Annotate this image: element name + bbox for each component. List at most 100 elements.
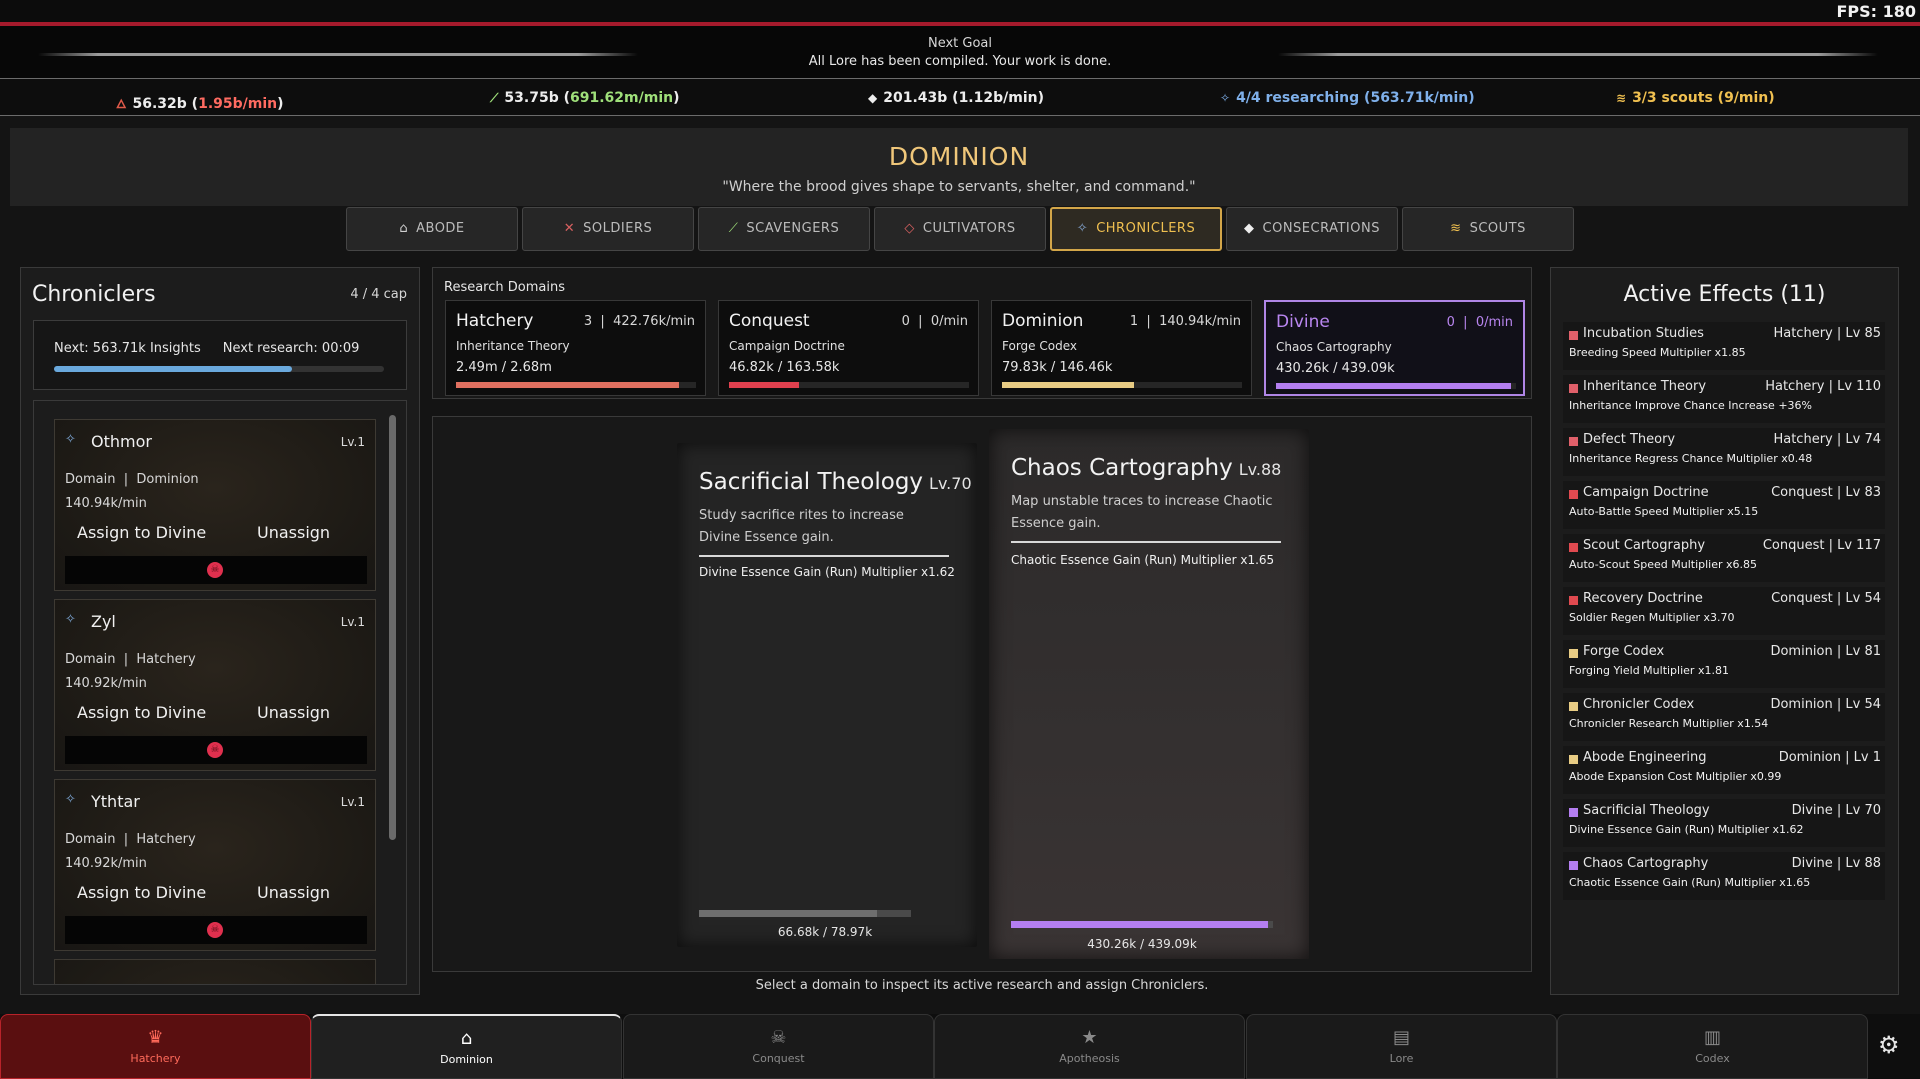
assign-divine-button[interactable]: Assign to Divine: [77, 523, 206, 542]
chronicler-card: ✧ Othmor Lv.1 Domain | Dominion 140.94k/…: [54, 419, 376, 591]
resource-rate: 1.95b/min: [198, 96, 278, 112]
domain-color-swatch: [1569, 702, 1578, 711]
effect-domain-level: Hatchery | Lv 110: [1765, 379, 1881, 394]
domain-meta: 3 | 422.76k/min: [583, 314, 695, 329]
domain-count: 0: [1446, 315, 1455, 330]
effect-name: Inheritance Theory: [1583, 379, 1707, 394]
divider: [1011, 541, 1281, 543]
unassign-button[interactable]: Unassign: [257, 703, 330, 722]
nav-label: Codex: [1695, 1052, 1730, 1065]
tab-soldiers[interactable]: ✕ SOLDIERS: [522, 207, 694, 251]
nav-hatchery[interactable]: ♛ Hatchery: [0, 1014, 311, 1079]
effect-item: Chaos Cartography Divine | Lv 88 Chaotic E…: [1563, 852, 1885, 900]
effect-name: Forge Codex: [1583, 644, 1665, 659]
nav-codex[interactable]: ▥ Codex: [1557, 1014, 1868, 1079]
research-progress-text: 430.26k / 439.09k: [1087, 937, 1197, 951]
nav-label: Conquest: [752, 1052, 805, 1065]
tab-scouts[interactable]: ≋ SCOUTS: [1402, 207, 1574, 251]
next-research-box: Next: 563.71k Insights Next research: 00:…: [33, 320, 407, 390]
research-effect: Chaotic Essence Gain (Run) Multiplier x1…: [1011, 553, 1275, 567]
effect-name: Campaign Doctrine: [1583, 485, 1709, 500]
nav-label: Lore: [1389, 1052, 1414, 1065]
effect-description: Chaotic Essence Gain (Run) Multiplier x1…: [1569, 876, 1811, 889]
tab-consecrations[interactable]: ◆ CONSECRATIONS: [1226, 207, 1398, 251]
research-title: Chaos Cartography Lv.88: [1011, 455, 1281, 481]
effect-item: Sacrificial Theology Divine | Lv 70 Divine…: [1563, 799, 1885, 847]
research-name: Chaos Cartography: [1011, 455, 1233, 481]
chronicler-list[interactable]: ✧ Othmor Lv.1 Domain | Dominion 140.94k/…: [33, 400, 407, 985]
tab-chroniclers[interactable]: ✧ CHRONICLERS: [1050, 207, 1222, 251]
scrollbar[interactable]: [389, 415, 396, 840]
brain-icon: ✧: [65, 432, 76, 447]
chronicler-status-bar: ☠: [65, 556, 367, 584]
domain-value: Hatchery: [136, 652, 196, 667]
research-progress-fill: [699, 910, 878, 917]
fps-counter: FPS: 180: [1836, 2, 1916, 21]
effect-domain-level: Dominion | Lv 81: [1770, 644, 1881, 659]
brain-icon: ✧: [1220, 91, 1231, 105]
resource-rate: 1.12b/min: [958, 90, 1038, 106]
resource-value: 3/3 scouts: [1632, 90, 1713, 106]
drop-icon: ◆: [1244, 221, 1255, 236]
top-strip: [0, 0, 1920, 22]
research-level: Lv.70: [929, 474, 972, 493]
domain-rate: 140.94k/min: [1159, 314, 1241, 329]
nav-conquest[interactable]: ☠ Conquest: [623, 1014, 934, 1079]
resource-flame: 🜂 56.32b (1.95b/min): [116, 90, 284, 115]
domain-progress-bar: [456, 382, 696, 388]
effect-domain-level: Divine | Lv 70: [1791, 803, 1881, 818]
assign-divine-button[interactable]: Assign to Divine: [77, 703, 206, 722]
nav-dominion[interactable]: ⌂ Dominion: [311, 1014, 622, 1079]
chronicler-domain: Domain | Hatchery: [65, 832, 196, 847]
domain-header: DOMINION "Where the brood gives shape to…: [10, 128, 1908, 206]
gear-icon[interactable]: ⚙: [1878, 1031, 1900, 1059]
assign-divine-button[interactable]: Assign to Divine: [77, 883, 206, 902]
domain-card-divine[interactable]: Divine 0 | 0/min Chaos Cartography 430.2…: [1264, 300, 1525, 396]
tab-abode[interactable]: ⌂ ABODE: [346, 207, 518, 251]
tab-label: SCAVENGERS: [746, 221, 840, 236]
research-progress-bar: [1011, 921, 1273, 928]
effect-item: Recovery Doctrine Conquest | Lv 54 Soldier…: [1563, 587, 1885, 635]
tab-label: SCOUTS: [1469, 221, 1526, 236]
effect-description: Auto-Battle Speed Multiplier x5.15: [1569, 505, 1759, 518]
domain-research: Forge Codex: [1002, 339, 1077, 353]
domain-card-hatchery[interactable]: Hatchery 3 | 422.76k/min Inheritance The…: [445, 300, 706, 396]
nav-lore[interactable]: ▤ Lore: [1246, 1014, 1557, 1079]
domain-card-conquest[interactable]: Conquest 0 | 0/min Campaign Doctrine 46.…: [718, 300, 979, 396]
effect-description: Forging Yield Multiplier x1.81: [1569, 664, 1729, 677]
nav-apotheosis[interactable]: ★ Apotheosis: [934, 1014, 1245, 1079]
domain-name: Conquest: [729, 311, 810, 331]
resource-drop: ◆ 201.43b (1.12b/min): [868, 90, 1044, 106]
tab-scavengers[interactable]: ⟋ SCAVENGERS: [698, 207, 870, 251]
tab-label: CULTIVATORS: [922, 221, 1016, 236]
unassign-button[interactable]: Unassign: [257, 523, 330, 542]
chroniclers-cap: 4 / 4 cap: [350, 287, 407, 302]
chronicler-level: Lv.1: [340, 435, 365, 449]
domain-color-swatch: [1569, 808, 1578, 817]
research-domains-title: Research Domains: [444, 280, 565, 295]
wing-icon: ≋: [1450, 221, 1462, 236]
house-icon: ⌂: [399, 221, 409, 236]
effect-name: Sacrificial Theology: [1583, 803, 1710, 818]
domain-rate: 0/min: [1475, 315, 1513, 330]
tab-label: SOLDIERS: [583, 221, 653, 236]
page-subtitle: "Where the brood gives shape to servants…: [722, 179, 1196, 195]
next-research-progress: [54, 366, 384, 372]
domain-progress-bar: [729, 382, 969, 388]
effect-item: Inheritance Theory Hatchery | Lv 110 Inher…: [1563, 375, 1885, 423]
chronicler-domain: Domain | Hatchery: [65, 652, 196, 667]
research-progress-bar: [699, 910, 911, 917]
domain-progress-fill: [1276, 383, 1512, 389]
research-description: Study sacrifice rites to increase Divine…: [699, 508, 904, 545]
tab-cultivators[interactable]: ◇ CULTIVATORS: [874, 207, 1046, 251]
domain-meta: 0 | 0/min: [1446, 315, 1513, 330]
skull-icon: ☠: [770, 1027, 787, 1048]
chronicler-name: Ythtar: [91, 792, 140, 811]
resource-rate: 691.62m/min: [570, 90, 674, 106]
chronicler-card-partial: [54, 959, 376, 984]
domain-card-dominion[interactable]: Dominion 1 | 140.94k/min Forge Codex 79.…: [991, 300, 1252, 396]
unassign-button[interactable]: Unassign: [257, 883, 330, 902]
skull-icon: ☠: [207, 922, 223, 938]
leaf-icon: ⟋: [490, 91, 499, 105]
domain-value: Hatchery: [136, 832, 196, 847]
